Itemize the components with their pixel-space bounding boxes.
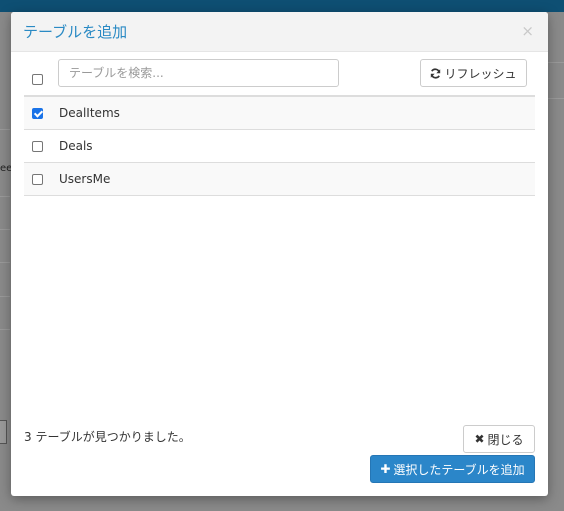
row-checkbox[interactable] <box>32 141 43 152</box>
background-divider <box>0 262 10 263</box>
refresh-button-label: リフレッシュ <box>444 66 517 81</box>
refresh-button[interactable]: リフレッシュ <box>420 59 527 87</box>
table-row[interactable]: DealItems <box>24 97 535 130</box>
dialog-header: テーブルを追加 × <box>11 12 548 52</box>
table-count-text: 3 テーブルが見つかりました。 <box>24 430 191 444</box>
background-input-edge <box>0 420 7 444</box>
add-table-dialog: テーブルを追加 × リフレッシュ DealItems Deals UsersMe <box>11 12 548 496</box>
row-checkbox[interactable] <box>32 174 43 185</box>
refresh-icon <box>431 68 441 78</box>
plus-icon: ✚ <box>380 462 391 476</box>
background-divider <box>548 98 564 99</box>
select-all-checkbox[interactable] <box>32 74 43 85</box>
close-button-label: 閉じる <box>487 432 524 447</box>
background-divider <box>0 196 10 197</box>
table-name: DealItems <box>59 106 120 120</box>
add-selected-tables-button[interactable]: ✚ 選択したテーブルを追加 <box>370 455 535 483</box>
background-divider <box>548 62 564 63</box>
times-icon: ✖ <box>474 432 485 446</box>
table-list: DealItems Deals UsersMe <box>24 95 535 196</box>
add-button-label: 選択したテーブルを追加 <box>393 462 525 477</box>
close-icon[interactable]: × <box>521 22 534 40</box>
table-row[interactable]: UsersMe <box>24 163 535 196</box>
background-divider <box>0 296 10 297</box>
table-name: Deals <box>59 139 93 153</box>
background-topbar <box>0 0 564 12</box>
dialog-title: テーブルを追加 <box>23 23 128 41</box>
background-divider <box>0 229 10 230</box>
close-button[interactable]: ✖ 閉じる <box>463 425 535 453</box>
background-divider <box>0 129 10 130</box>
row-checkbox[interactable] <box>32 108 43 119</box>
table-row[interactable]: Deals <box>24 130 535 163</box>
dialog-toolbar: リフレッシュ <box>24 59 535 95</box>
table-search-input[interactable] <box>58 59 339 87</box>
table-name: UsersMe <box>59 172 111 186</box>
background-divider <box>0 329 10 330</box>
